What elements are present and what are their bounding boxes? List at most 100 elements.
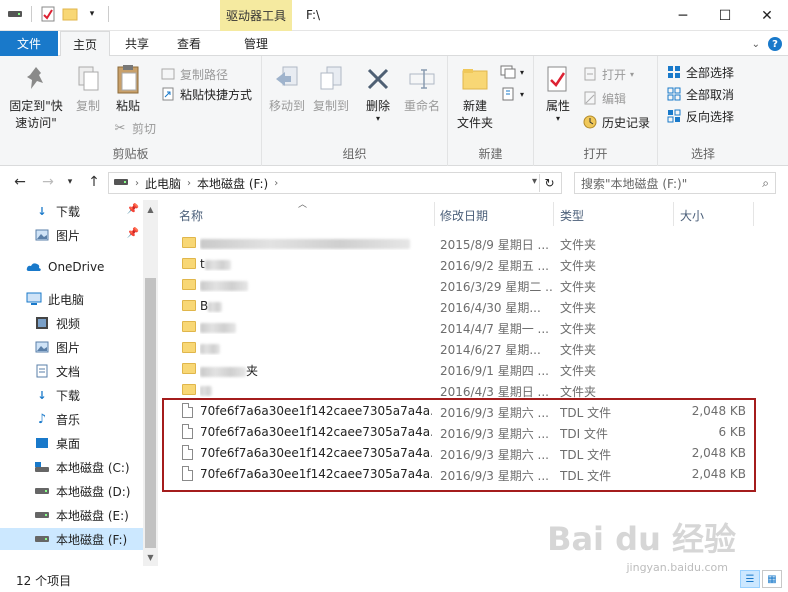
new-group: 新建 文件夹 ▾ ▾ 新建 bbox=[448, 56, 534, 166]
select-none-button[interactable]: 全部取消 bbox=[666, 84, 734, 104]
nav-item-desktop[interactable]: 桌面 bbox=[0, 432, 145, 454]
copy-path-button[interactable]: 复制路径 bbox=[160, 64, 228, 84]
details-view-icon[interactable]: ☰ bbox=[740, 570, 760, 588]
easy-access-dropdown-icon[interactable]: ▾ bbox=[520, 90, 524, 99]
breadcrumb-drive-f[interactable]: 本地磁盘 (F:) bbox=[193, 175, 272, 192]
delete-dropdown-icon[interactable]: ▾ bbox=[376, 115, 380, 123]
select-all-button[interactable]: 全部选择 bbox=[666, 62, 734, 82]
folder-date: 2016/4/30 星期... bbox=[440, 301, 541, 315]
column-divider[interactable] bbox=[434, 202, 435, 226]
column-header-type[interactable]: 类型 bbox=[560, 207, 584, 224]
nav-item-documents[interactable]: 文档 bbox=[0, 360, 145, 382]
folder-row[interactable]: 2015/8/9 星期日 ... 文件夹 bbox=[162, 233, 788, 254]
address-dropdown-icon[interactable]: ▾ bbox=[532, 176, 537, 187]
nav-item-music[interactable]: ♪ 音乐 bbox=[0, 408, 145, 430]
column-divider[interactable] bbox=[553, 202, 554, 226]
chevron-right-icon[interactable]: › bbox=[185, 178, 193, 189]
rename-button[interactable]: 重命名 bbox=[400, 62, 444, 115]
nav-item-drive-c[interactable]: 本地磁盘 (C:) bbox=[0, 456, 145, 478]
folder-row[interactable]: t 2016/9/2 星期五 ... 文件夹 bbox=[162, 254, 788, 275]
nav-item-onedrive[interactable]: OneDrive bbox=[0, 256, 145, 278]
paste-button[interactable]: 粘贴 bbox=[110, 62, 146, 115]
nav-item-downloads-pinned[interactable]: ↓ 下载 📌 bbox=[0, 200, 145, 222]
cut-button[interactable]: ✂ 剪切 bbox=[112, 118, 156, 138]
nav-item-drive-f[interactable]: 本地磁盘 (F:) bbox=[0, 528, 145, 550]
watermark-logo: Bai du 经验 bbox=[547, 520, 736, 558]
nav-scrollbar[interactable]: ▲ ▼ bbox=[143, 200, 158, 566]
search-input[interactable]: 搜索"本地磁盘 (F:)" ⌕ bbox=[574, 172, 776, 194]
properties-icon[interactable] bbox=[39, 5, 57, 23]
address-box[interactable]: › 此电脑 › 本地磁盘 (F:) › ▾ ↻ bbox=[108, 172, 562, 194]
highlight-box bbox=[162, 398, 756, 492]
nav-item-pictures[interactable]: 图片 bbox=[0, 336, 145, 358]
folder-row[interactable]: B 2016/4/30 星期... 文件夹 bbox=[162, 296, 788, 317]
minimize-button[interactable]: ─ bbox=[662, 0, 704, 31]
tab-home[interactable]: 主页 bbox=[60, 31, 110, 57]
folder-name bbox=[200, 341, 432, 355]
paste-shortcut-button[interactable]: 粘贴快捷方式 bbox=[160, 84, 252, 104]
drive-icon bbox=[34, 459, 50, 475]
pin-quick-access-button[interactable]: 固定到"快 速访问" bbox=[6, 62, 66, 132]
copy-to-button[interactable]: 复制到 bbox=[310, 62, 352, 115]
column-header-size[interactable]: 大小 bbox=[680, 207, 704, 224]
large-icons-view-icon[interactable]: ▦ bbox=[762, 570, 782, 588]
back-button[interactable]: ← bbox=[10, 174, 30, 190]
folder-row[interactable]: 2014/6/27 星期... 文件夹 bbox=[162, 338, 788, 359]
delete-button[interactable]: 删除 ▾ bbox=[360, 62, 396, 123]
properties-dropdown-icon[interactable]: ▾ bbox=[556, 115, 560, 123]
up-button[interactable]: ↑ bbox=[84, 174, 104, 190]
folder-type: 文件夹 bbox=[560, 280, 597, 294]
invert-selection-button[interactable]: 反向选择 bbox=[666, 106, 734, 126]
column-header-date[interactable]: 修改日期 bbox=[440, 207, 488, 224]
open-dropdown-icon[interactable]: ▾ bbox=[630, 70, 634, 79]
close-button[interactable]: ✕ bbox=[746, 0, 788, 31]
nav-item-videos[interactable]: 视频 bbox=[0, 312, 145, 334]
tab-share[interactable]: 共享 bbox=[112, 31, 162, 56]
help-icon[interactable]: ? bbox=[768, 37, 782, 51]
scroll-down-icon[interactable]: ▼ bbox=[143, 550, 158, 564]
column-divider[interactable] bbox=[673, 202, 674, 226]
forward-button[interactable]: → bbox=[38, 174, 58, 190]
move-to-button[interactable]: 移动到 bbox=[266, 62, 308, 115]
easy-access-button[interactable]: ▾ bbox=[500, 84, 524, 104]
column-divider[interactable] bbox=[753, 202, 754, 226]
new-item-dropdown-icon[interactable]: ▾ bbox=[520, 68, 524, 77]
new-item-button[interactable]: ▾ bbox=[500, 62, 524, 82]
maximize-button[interactable]: ☐ bbox=[704, 0, 746, 31]
folder-row[interactable]: 2014/4/7 星期一 ... 文件夹 bbox=[162, 317, 788, 338]
search-icon[interactable]: ⌕ bbox=[762, 176, 769, 191]
folder-name bbox=[200, 236, 432, 250]
desktop-icon bbox=[34, 435, 50, 451]
history-button[interactable]: 历史记录 bbox=[582, 112, 650, 132]
expand-ribbon-icon[interactable]: ⌄ bbox=[752, 39, 760, 50]
nav-item-drive-d[interactable]: 本地磁盘 (D:) bbox=[0, 480, 145, 502]
new-folder-button[interactable]: 新建 文件夹 bbox=[452, 62, 498, 132]
new-folder-icon[interactable] bbox=[61, 5, 79, 23]
folder-row[interactable]: 夹 2016/9/1 星期四 ... 文件夹 bbox=[162, 359, 788, 380]
breadcrumb-this-pc[interactable]: 此电脑 bbox=[141, 175, 185, 192]
nav-item-downloads[interactable]: ↓ 下载 bbox=[0, 384, 145, 406]
chevron-right-icon[interactable]: › bbox=[133, 178, 141, 189]
open-button[interactable]: 打开 ▾ bbox=[582, 64, 634, 84]
folder-type: 文件夹 bbox=[560, 238, 597, 252]
tab-file[interactable]: 文件 bbox=[0, 31, 58, 56]
pin-icon[interactable]: 📌 bbox=[127, 204, 139, 215]
folder-row[interactable]: 2016/3/29 星期二 ... 文件夹 bbox=[162, 275, 788, 296]
scroll-up-icon[interactable]: ▲ bbox=[143, 202, 158, 216]
nav-item-this-pc[interactable]: 此电脑 bbox=[0, 288, 145, 310]
copy-button[interactable]: 复制 bbox=[70, 62, 106, 115]
tab-view[interactable]: 查看 bbox=[164, 31, 214, 56]
nav-item-drive-e[interactable]: 本地磁盘 (E:) bbox=[0, 504, 145, 526]
nav-scroll-thumb[interactable] bbox=[145, 278, 156, 548]
column-header-name[interactable]: 名称 bbox=[179, 207, 203, 224]
cloud-icon bbox=[26, 259, 42, 275]
qat-dropdown-icon[interactable]: ▾ bbox=[83, 5, 101, 23]
tab-manage[interactable]: 管理 bbox=[222, 31, 290, 56]
edit-button[interactable]: 编辑 bbox=[582, 88, 626, 108]
refresh-icon[interactable]: ↻ bbox=[539, 174, 559, 192]
properties-button[interactable]: 属性 ▾ bbox=[540, 62, 576, 123]
recent-dropdown-icon[interactable]: ▾ bbox=[60, 177, 80, 187]
nav-item-pictures-pinned[interactable]: 图片 📌 bbox=[0, 224, 145, 246]
pin-icon[interactable]: 📌 bbox=[127, 228, 139, 239]
chevron-right-icon[interactable]: › bbox=[272, 178, 280, 189]
